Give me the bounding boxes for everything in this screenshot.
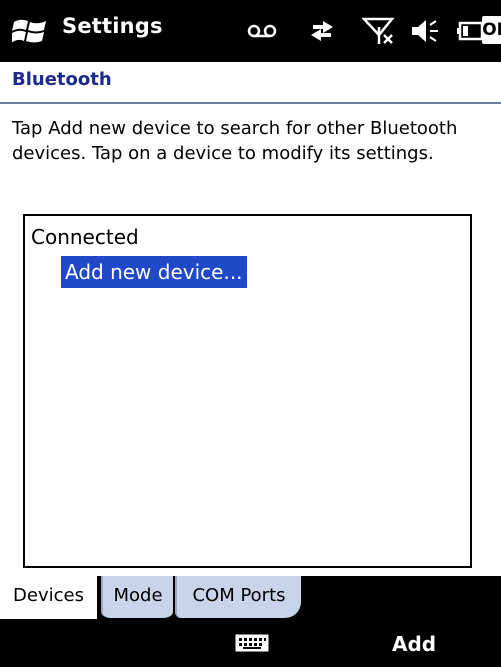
device-list[interactable]: Connected Add new device...	[23, 214, 472, 568]
battery-icon[interactable]	[457, 17, 485, 45]
title-bar: Settings OK	[0, 0, 501, 62]
list-item-add-new-device[interactable]: Add new device...	[61, 256, 247, 288]
softkey-bar: Add	[0, 619, 501, 667]
page-title: Bluetooth	[12, 69, 112, 90]
no-signal-icon[interactable]	[362, 17, 396, 45]
tab-com-ports[interactable]: COM Ports	[175, 576, 301, 618]
group-label-connected: Connected	[31, 225, 139, 249]
keyboard-icon[interactable]	[235, 634, 269, 652]
windows-flag-icon[interactable]	[12, 16, 48, 48]
speaker-icon[interactable]	[410, 17, 442, 45]
tab-strip: Devices Mode COM Ports	[0, 576, 501, 619]
voicemail-icon[interactable]	[247, 17, 277, 45]
data-connection-icon[interactable]	[305, 17, 339, 45]
tab-devices[interactable]: Devices	[0, 576, 97, 619]
header-divider	[0, 102, 501, 104]
add-softkey[interactable]: Add	[392, 629, 452, 659]
app-title: Settings	[62, 14, 163, 38]
instructions-text: Tap Add new device to search for other B…	[12, 118, 458, 164]
tab-mode[interactable]: Mode	[101, 576, 173, 618]
section-header: Bluetooth	[0, 62, 501, 102]
ok-button[interactable]: OK	[482, 16, 501, 44]
